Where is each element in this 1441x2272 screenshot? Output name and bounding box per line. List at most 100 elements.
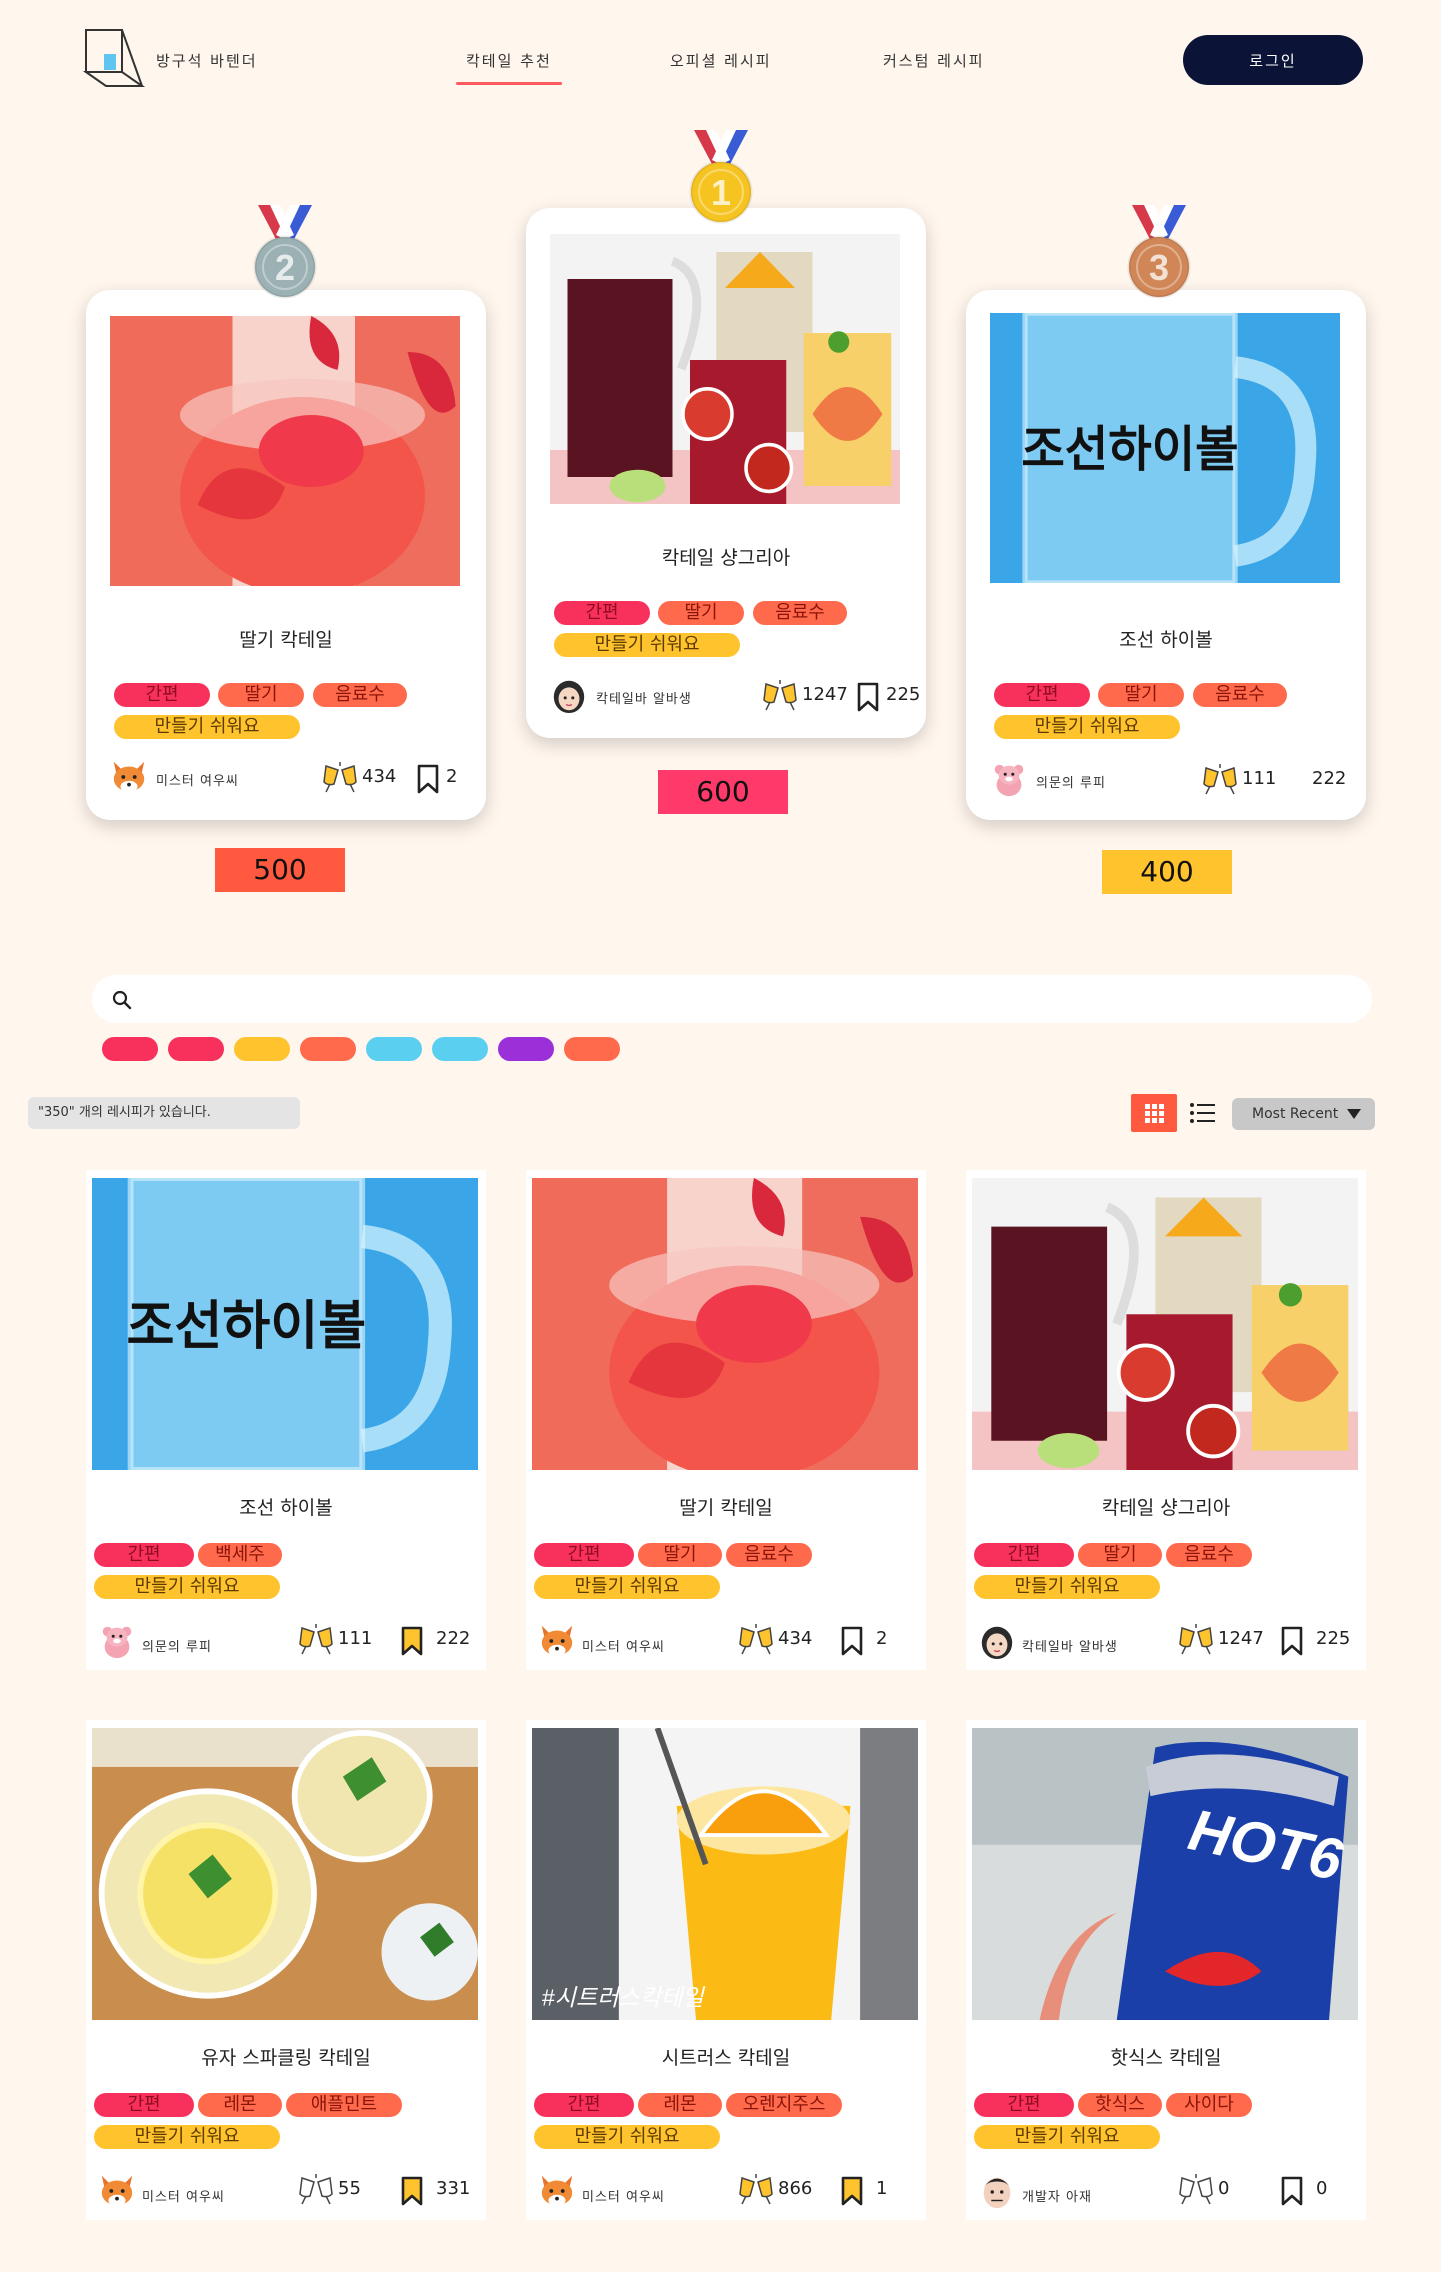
difficulty-badge[interactable]: 만들기 쉬워요 xyxy=(974,2125,1160,2149)
recipe-photo[interactable]: #시트러스칵테일 xyxy=(532,1728,918,2020)
tag-chip[interactable]: 딸기 xyxy=(638,1543,722,1567)
tag-chip[interactable]: 애플민트 xyxy=(286,2093,402,2117)
bookmark-icon[interactable] xyxy=(1280,2176,1304,2206)
brand-name[interactable]: 방구석 바텐더 xyxy=(156,50,258,71)
author-avatar[interactable] xyxy=(538,1622,576,1660)
filter-chip[interactable] xyxy=(300,1037,356,1061)
filter-chip[interactable] xyxy=(168,1037,224,1061)
search-input[interactable] xyxy=(152,983,1352,1015)
tag-chip[interactable]: 오렌지주스 xyxy=(726,2093,842,2117)
tag-chip[interactable]: 간편 xyxy=(994,683,1090,707)
tag-chip[interactable]: 음료수 xyxy=(1166,1543,1252,1567)
tag-chip[interactable]: 레몬 xyxy=(198,2093,282,2117)
tag-chip[interactable]: 음료수 xyxy=(726,1543,812,1567)
author-avatar[interactable] xyxy=(98,1622,136,1660)
bookmark-icon[interactable] xyxy=(400,1626,424,1656)
recipe-photo[interactable]: HOT6 xyxy=(972,1728,1358,2020)
cheers-icon[interactable] xyxy=(320,760,360,794)
author-name[interactable]: 미스터 여우씨 xyxy=(142,2186,225,2205)
author-name[interactable]: 미스터 여우씨 xyxy=(582,2186,665,2205)
tag-chip[interactable]: 핫식스 xyxy=(1078,2093,1162,2117)
tag-chip[interactable]: 딸기 xyxy=(218,683,304,707)
podium-photo[interactable] xyxy=(110,316,460,586)
filter-chip[interactable] xyxy=(366,1037,422,1061)
cheers-icon[interactable] xyxy=(1176,1622,1216,1656)
tag-chip[interactable]: 간편 xyxy=(974,2093,1074,2117)
tag-chip[interactable]: 딸기 xyxy=(658,601,744,625)
difficulty-badge[interactable]: 만들기 쉬워요 xyxy=(94,2125,280,2149)
nav-cocktail-recommend[interactable]: 칵테일 추천 xyxy=(456,50,562,85)
recipe-photo[interactable] xyxy=(92,1728,478,2020)
bookmark-icon[interactable] xyxy=(416,764,440,794)
cheers-icon[interactable] xyxy=(1176,2172,1216,2206)
bookmark-icon[interactable] xyxy=(1280,1626,1304,1656)
tag-chip[interactable]: 음료수 xyxy=(753,601,847,625)
author-avatar[interactable] xyxy=(978,1622,1016,1660)
tag-chip[interactable]: 간편 xyxy=(534,2093,634,2117)
tag-chip[interactable]: 간편 xyxy=(534,1543,634,1567)
podium-name[interactable]: 조선 하이볼 xyxy=(966,625,1366,652)
difficulty-badge[interactable]: 만들기 쉬워요 xyxy=(114,715,300,739)
bookmark-icon[interactable] xyxy=(840,2176,864,2206)
nav-custom-recipe[interactable]: 커스텀 레시피 xyxy=(883,50,985,71)
recipe-name[interactable]: 유자 스파클링 칵테일 xyxy=(86,2043,486,2070)
search-icon[interactable] xyxy=(110,988,134,1012)
cheers-icon[interactable] xyxy=(296,2172,336,2206)
difficulty-badge[interactable]: 만들기 쉬워요 xyxy=(534,1575,720,1599)
cheers-icon[interactable] xyxy=(1200,762,1240,796)
tag-chip[interactable]: 사이다 xyxy=(1166,2093,1252,2117)
filter-chip[interactable] xyxy=(564,1037,620,1061)
difficulty-badge[interactable]: 만들기 쉬워요 xyxy=(554,633,740,657)
bookmark-icon[interactable] xyxy=(840,1626,864,1656)
tag-chip[interactable]: 간편 xyxy=(974,1543,1074,1567)
cheers-icon[interactable] xyxy=(736,1622,776,1656)
author-avatar[interactable] xyxy=(978,2172,1016,2210)
search-bar[interactable] xyxy=(92,975,1372,1023)
login-button[interactable]: 로그인 xyxy=(1183,35,1363,85)
author-name[interactable]: 개발자 아재 xyxy=(1022,2186,1092,2205)
author-name[interactable]: 칵테일바 알바생 xyxy=(1022,1636,1118,1655)
cheers-icon[interactable] xyxy=(296,1622,336,1656)
filter-chip[interactable] xyxy=(498,1037,554,1061)
author-avatar[interactable] xyxy=(550,676,588,714)
author-name[interactable]: 의문의 루피 xyxy=(142,1636,212,1655)
author-name[interactable]: 칵테일바 알바생 xyxy=(596,688,692,707)
grid-view-button[interactable] xyxy=(1131,1094,1177,1132)
filter-chip[interactable] xyxy=(234,1037,290,1061)
tag-chip[interactable]: 음료수 xyxy=(1193,683,1287,707)
recipe-name[interactable]: 시트러스 칵테일 xyxy=(526,2043,926,2070)
difficulty-badge[interactable]: 만들기 쉬워요 xyxy=(994,715,1180,739)
tag-chip[interactable]: 레몬 xyxy=(638,2093,722,2117)
tag-chip[interactable]: 딸기 xyxy=(1098,683,1184,707)
tag-chip[interactable]: 음료수 xyxy=(313,683,407,707)
difficulty-badge[interactable]: 만들기 쉬워요 xyxy=(94,1575,280,1599)
author-avatar[interactable] xyxy=(98,2172,136,2210)
author-avatar[interactable] xyxy=(990,760,1028,798)
recipe-name[interactable]: 칵테일 샹그리아 xyxy=(966,1493,1366,1520)
tag-chip[interactable]: 간편 xyxy=(94,1543,194,1567)
author-name[interactable]: 의문의 루피 xyxy=(1036,772,1106,791)
filter-chip[interactable] xyxy=(432,1037,488,1061)
cheers-icon[interactable] xyxy=(760,678,800,712)
recipe-name[interactable]: 조선 하이볼 xyxy=(86,1493,486,1520)
tag-chip[interactable]: 간편 xyxy=(114,683,210,707)
sort-dropdown[interactable]: Most Recent xyxy=(1232,1098,1375,1130)
recipe-name[interactable]: 핫식스 칵테일 xyxy=(966,2043,1366,2070)
recipe-photo[interactable] xyxy=(972,1178,1358,1470)
bookmark-icon[interactable] xyxy=(856,682,880,712)
podium-name[interactable]: 딸기 칵테일 xyxy=(86,625,486,652)
tag-chip[interactable]: 간편 xyxy=(554,601,650,625)
difficulty-badge[interactable]: 만들기 쉬워요 xyxy=(534,2125,720,2149)
author-avatar[interactable] xyxy=(110,758,148,796)
recipe-photo[interactable] xyxy=(532,1178,918,1470)
cheers-icon[interactable] xyxy=(736,2172,776,2206)
tag-chip[interactable]: 백세주 xyxy=(198,1543,282,1567)
list-view-button[interactable] xyxy=(1183,1094,1221,1132)
podium-name[interactable]: 칵테일 샹그리아 xyxy=(526,543,926,570)
podium-photo[interactable] xyxy=(550,234,900,504)
bookmark-icon[interactable] xyxy=(400,2176,424,2206)
author-name[interactable]: 미스터 여우씨 xyxy=(582,1636,665,1655)
recipe-photo[interactable]: 조선하이볼 xyxy=(92,1178,478,1470)
difficulty-badge[interactable]: 만들기 쉬워요 xyxy=(974,1575,1160,1599)
tag-chip[interactable]: 딸기 xyxy=(1078,1543,1162,1567)
